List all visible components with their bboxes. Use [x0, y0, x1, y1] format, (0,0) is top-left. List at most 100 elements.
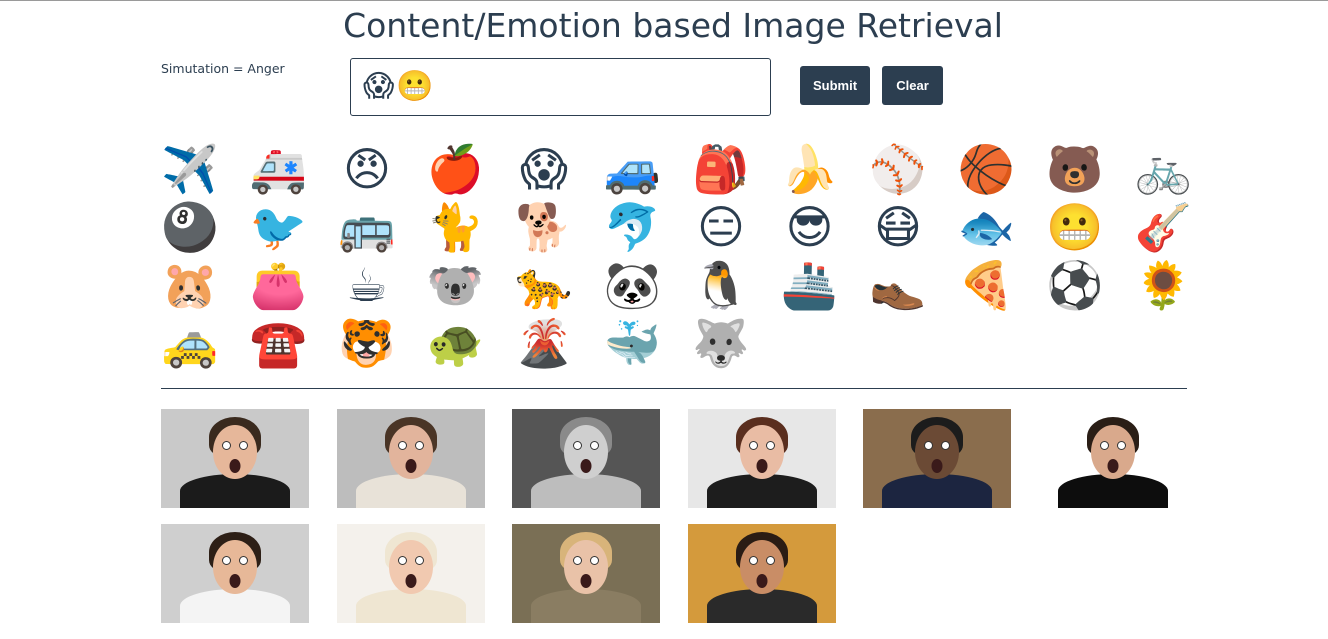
portrait-body [1057, 474, 1168, 508]
result-cell [687, 524, 864, 639]
portrait-eye-right [590, 441, 599, 450]
results-grid [161, 409, 1191, 639]
result-cell [161, 524, 337, 639]
submit-button[interactable]: Submit [800, 66, 870, 105]
screaming-face-icon[interactable]: 😱 [515, 140, 573, 198]
result-man-surprised-2[interactable] [1038, 409, 1187, 508]
pizza-icon[interactable]: 🍕 [958, 256, 1016, 314]
portrait-eye-left [397, 441, 407, 450]
portrait-eye-right [941, 441, 950, 450]
result-baby-blanket[interactable] [336, 524, 485, 623]
portrait-eye-right [239, 556, 248, 565]
portrait-mouth [1107, 459, 1118, 473]
clear-button[interactable]: Clear [882, 66, 943, 105]
dog-icon[interactable]: 🐕 [515, 198, 573, 256]
portrait-body [531, 589, 641, 623]
result-woman-surprised-1[interactable] [336, 409, 485, 508]
koala-icon[interactable]: 🐨 [427, 256, 485, 314]
portrait-eye-left [397, 556, 407, 565]
query-screaming-face-icon[interactable]: 😱 [363, 72, 394, 102]
portrait-mouth [580, 459, 592, 473]
coffee-icon[interactable]: ☕ [338, 256, 396, 314]
bus-icon[interactable]: 🚌 [338, 198, 396, 256]
portrait-eye-right [414, 556, 424, 565]
portrait-mouth [580, 574, 592, 588]
fish-icon[interactable]: 🐟 [958, 198, 1016, 256]
taxi-icon[interactable]: 🚕 [161, 314, 219, 372]
bicycle-icon[interactable]: 🚲 [1135, 140, 1193, 198]
top-border [0, 0, 1328, 1]
result-woman-surprised-2[interactable] [687, 409, 836, 508]
portrait-eye-right [1116, 441, 1126, 450]
shoe-icon[interactable]: 👞 [869, 256, 927, 314]
portrait-mouth [756, 459, 767, 473]
page-title: Content/Emotion based Image Retrieval [343, 6, 1003, 45]
telephone-icon[interactable]: ☎️ [250, 314, 308, 372]
guitar-icon[interactable]: 🎸 [1135, 198, 1193, 256]
apple-icon[interactable]: 🍎 [427, 140, 485, 198]
sunflower-icon[interactable]: 🌻 [1135, 256, 1193, 314]
portrait-face [213, 540, 257, 594]
result-girl-glasses[interactable] [512, 524, 660, 623]
billiards-icon[interactable]: 🎱 [161, 198, 219, 256]
backpack-icon[interactable]: 🎒 [692, 140, 750, 198]
baseball-icon[interactable]: ⚾ [869, 140, 927, 198]
result-cell [863, 409, 1039, 524]
portrait-eye-left [573, 441, 582, 450]
penguin-icon[interactable]: 🐧 [692, 256, 750, 314]
banana-icon[interactable]: 🍌 [781, 140, 839, 198]
leopard-icon[interactable]: 🐆 [515, 256, 573, 314]
ambulance-icon[interactable]: 🚑 [250, 140, 308, 198]
tiger-icon[interactable]: 🐯 [338, 314, 396, 372]
portrait-eye-left [748, 441, 758, 450]
portrait-face [739, 540, 784, 594]
portrait-eye-right [765, 556, 775, 565]
portrait-mouth [405, 574, 416, 588]
result-cell [512, 524, 688, 639]
expressionless-face-icon[interactable]: 😑 [692, 198, 750, 256]
portrait-face [564, 425, 608, 479]
portrait-eye-right [590, 556, 599, 565]
soccer-ball-icon[interactable]: ⚽ [1046, 256, 1104, 314]
wolf-icon[interactable]: 🐺 [692, 314, 750, 372]
result-man-library[interactable] [863, 409, 1011, 508]
result-cell [1038, 409, 1215, 524]
portrait-face [388, 540, 433, 594]
portrait-face [1090, 425, 1135, 479]
volcano-icon[interactable]: 🌋 [515, 314, 573, 372]
portrait-eye-left [222, 441, 231, 450]
portrait-eye-left [924, 441, 933, 450]
mask-face-icon[interactable]: 😷 [869, 198, 927, 256]
basketball-hoop-icon[interactable]: 🏀 [958, 140, 1016, 198]
dolphin-icon[interactable]: 🐬 [604, 198, 662, 256]
panda-icon[interactable]: 🐼 [604, 256, 662, 314]
purse-icon[interactable]: 👛 [250, 256, 308, 314]
portrait-eye-left [573, 556, 582, 565]
result-man-tie[interactable] [161, 524, 309, 623]
portrait-eye-right [765, 441, 775, 450]
portrait-body [706, 474, 817, 508]
sunglasses-face-icon[interactable]: 😎 [781, 198, 839, 256]
portrait-body [355, 474, 466, 508]
angry-face-icon[interactable]: 😠 [338, 140, 396, 198]
airplane-icon[interactable]: ✈️ [161, 140, 219, 198]
grimacing-face-icon[interactable]: 😬 [1046, 198, 1104, 256]
turtle-icon[interactable]: 🐢 [427, 314, 485, 372]
query-grimacing-face-icon[interactable]: 😬 [396, 72, 433, 102]
bird-icon[interactable]: 🐦 [250, 198, 308, 256]
bear-icon[interactable]: 🐻 [1046, 140, 1104, 198]
result-baby-bw[interactable] [512, 409, 660, 508]
result-man-surprised-1[interactable] [161, 409, 309, 508]
result-man-laughing[interactable] [687, 524, 836, 623]
ship-icon[interactable]: 🚢 [781, 256, 839, 314]
cat-icon[interactable]: 🐈 [427, 198, 485, 256]
portrait-mouth [229, 459, 241, 473]
car-icon[interactable]: 🚙 [604, 140, 662, 198]
emoji-palette: ✈️ 🚑 😠 🍎 😱 🚙 🎒 🍌 ⚾ 🏀 🐻 🚲 🎱 🐦 🚌 🐈 🐕 🐬 😑 😎 😷 🐟 😬 🎸 🐹 👛 ☕ 🐨 🐆 🐼 🐧 🚢 👞 🍕 ⚽ 🌻 🚕 ☎️… [161, 140, 1193, 372]
result-cell [161, 409, 337, 524]
whale-icon[interactable]: 🐳 [604, 314, 662, 372]
hamster-icon[interactable]: 🐹 [161, 256, 219, 314]
portrait-mouth [931, 459, 943, 473]
emoji-query-input[interactable]: 😱 😬 [350, 58, 771, 116]
portrait-face [388, 425, 433, 479]
